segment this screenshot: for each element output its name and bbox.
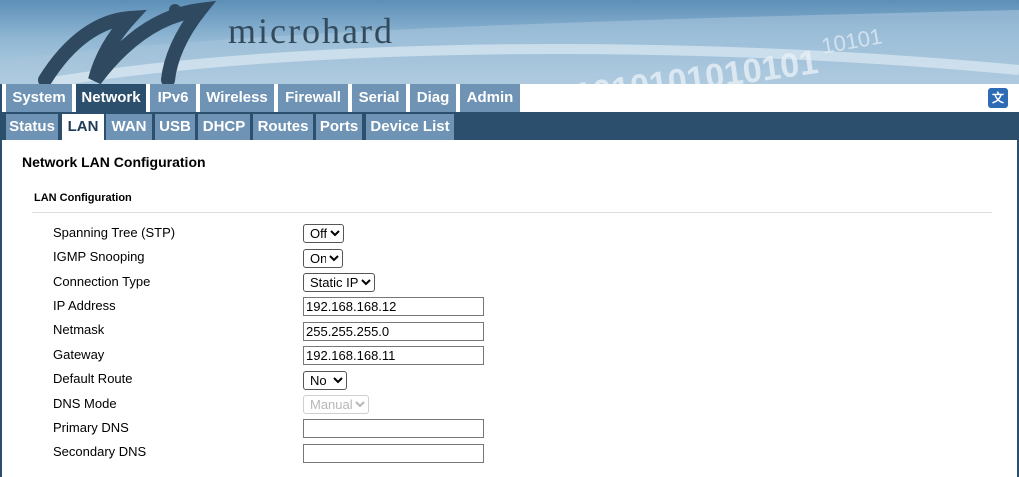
subtab-dhcp[interactable]: DHCP bbox=[198, 114, 250, 140]
banner-graphic: 1010101010101 10101 bbox=[0, 0, 1019, 84]
stp-select[interactable]: Off On bbox=[303, 224, 344, 243]
dns-mode-label: DNS Mode bbox=[53, 396, 117, 411]
igmp-select[interactable]: On Off bbox=[303, 249, 343, 268]
page-title: Network LAN Configuration bbox=[22, 154, 206, 170]
brand-name: microhard bbox=[228, 11, 394, 51]
connection-type-label: Connection Type bbox=[53, 274, 151, 289]
secondary-dns-input[interactable] bbox=[303, 444, 484, 463]
language-icon[interactable]: 文 bbox=[988, 88, 1008, 108]
tab-diag[interactable]: Diag bbox=[410, 84, 456, 112]
tab-network[interactable]: Network bbox=[76, 84, 146, 112]
subtab-usb[interactable]: USB bbox=[155, 114, 195, 140]
secondary-dns-label: Secondary DNS bbox=[53, 444, 147, 459]
sub-tab-bar: Status LAN WAN USB DHCP Routes Ports Dev… bbox=[0, 112, 1019, 140]
ip-address-input[interactable] bbox=[303, 297, 484, 316]
section-divider bbox=[32, 212, 992, 213]
gateway-input[interactable] bbox=[303, 346, 484, 365]
default-route-label: Default Route bbox=[53, 371, 133, 386]
netmask-label: Netmask bbox=[53, 322, 105, 337]
connection-type-select[interactable]: Static IP DHCP bbox=[303, 273, 375, 292]
subtab-ports[interactable]: Ports bbox=[316, 114, 362, 140]
tab-firewall[interactable]: Firewall bbox=[278, 84, 348, 112]
default-route-select[interactable]: No Yes bbox=[303, 371, 347, 390]
tab-serial[interactable]: Serial bbox=[352, 84, 406, 112]
subtab-routes[interactable]: Routes bbox=[253, 114, 313, 140]
tab-ipv6[interactable]: IPv6 bbox=[150, 84, 196, 112]
subtab-wan[interactable]: WAN bbox=[106, 114, 152, 140]
ip-address-label: IP Address bbox=[53, 298, 116, 313]
main-tab-bar: System Network IPv6 Wireless Firewall Se… bbox=[0, 84, 1019, 112]
header-banner: 1010101010101 10101 microhard bbox=[0, 0, 1019, 84]
igmp-label: IGMP Snooping bbox=[53, 249, 145, 264]
gateway-label: Gateway bbox=[53, 347, 105, 362]
tab-wireless[interactable]: Wireless bbox=[200, 84, 274, 112]
netmask-input[interactable] bbox=[303, 322, 484, 341]
section-title: LAN Configuration bbox=[34, 192, 132, 204]
subtab-device-list[interactable]: Device List bbox=[366, 114, 454, 140]
primary-dns-input[interactable] bbox=[303, 419, 484, 438]
stp-label: Spanning Tree (STP) bbox=[53, 225, 176, 240]
content-panel: Network LAN Configuration LAN Configurat… bbox=[0, 140, 1019, 477]
subtab-lan[interactable]: LAN bbox=[62, 114, 104, 140]
tab-admin[interactable]: Admin bbox=[460, 84, 520, 112]
primary-dns-label: Primary DNS bbox=[53, 420, 129, 435]
tab-system[interactable]: System bbox=[6, 84, 72, 112]
dns-mode-select[interactable]: Manual bbox=[303, 395, 369, 414]
subtab-status[interactable]: Status bbox=[6, 114, 58, 140]
